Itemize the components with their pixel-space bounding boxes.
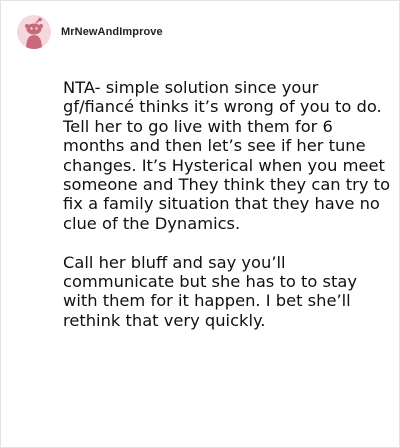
comment-username[interactable]: MrNewAndImprove bbox=[61, 26, 163, 38]
comment-paragraph: NTA- simple solution since your gf/fianc… bbox=[63, 78, 391, 233]
comment-card: MrNewAndImprove NTA- simple solution sin… bbox=[0, 0, 400, 448]
reddit-snoo-avatar-icon bbox=[17, 15, 51, 49]
comment-header: MrNewAndImprove bbox=[17, 15, 163, 49]
comment-body: NTA- simple solution since your gf/fianc… bbox=[63, 78, 393, 330]
avatar[interactable] bbox=[17, 15, 51, 49]
comment-paragraph: Call her bluff and say you’ll communicat… bbox=[63, 252, 357, 330]
